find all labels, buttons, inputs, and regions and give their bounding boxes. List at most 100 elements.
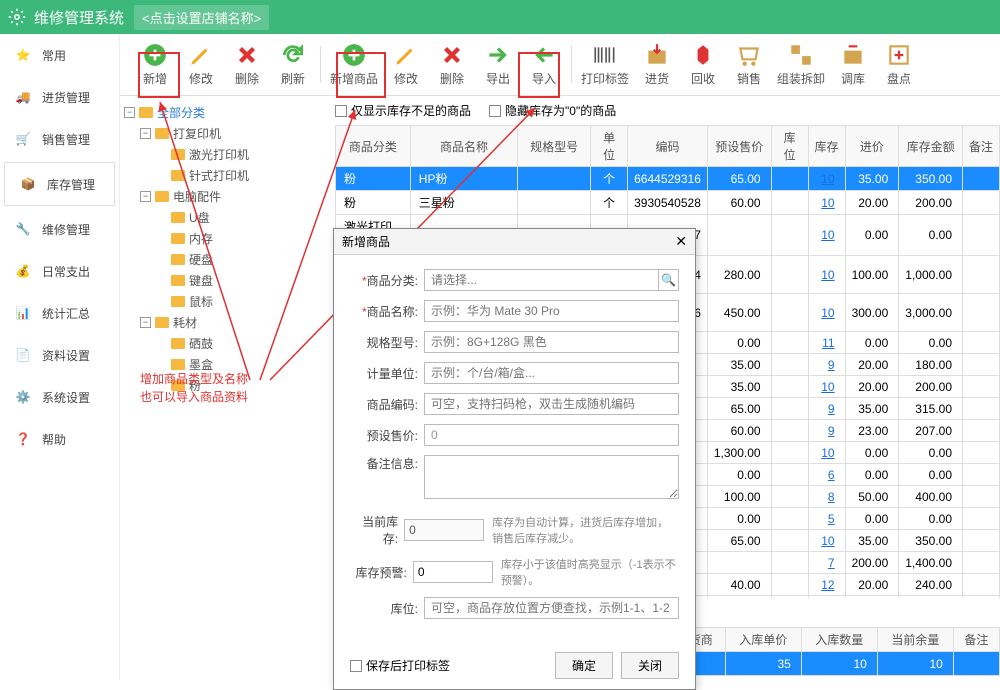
count-button[interactable]: 盘点	[876, 38, 922, 91]
unit-input[interactable]	[424, 362, 679, 384]
warn-input[interactable]	[413, 561, 493, 583]
sidebar-item-repair[interactable]: 🔧维修管理	[0, 208, 119, 250]
app-header: 维修管理系统 <点击设置店铺名称>	[0, 0, 1000, 34]
code-input[interactable]	[424, 393, 679, 415]
import-button[interactable]: 导入	[521, 38, 567, 91]
column-header[interactable]: 库存	[808, 126, 845, 167]
field-label: 当前库存:	[350, 513, 398, 547]
add-product-button[interactable]: 新增商品	[325, 38, 383, 91]
shop-name-button[interactable]: <点击设置店铺名称>	[134, 5, 269, 30]
checkbox-icon	[489, 105, 501, 117]
delete2-button[interactable]: 删除	[429, 38, 475, 91]
tree-node[interactable]: 鼠标	[124, 291, 331, 312]
chart-icon: 📊	[12, 302, 34, 324]
tree-node[interactable]: −打复印机	[124, 123, 331, 144]
edit-button[interactable]: 修改	[178, 38, 224, 91]
column-header[interactable]: 预设售价	[707, 126, 771, 167]
stock-input[interactable]	[404, 519, 484, 541]
folder-icon	[139, 107, 153, 118]
category-tree: −全部分类 −打复印机 激光打印机 针式打印机 −电脑配件 U盘 内存 硬盘 键…	[120, 96, 335, 680]
save-print-checkbox[interactable]: 保存后打印标签	[350, 657, 450, 674]
field-label: 规格型号:	[350, 334, 418, 351]
tree-node[interactable]: 激光打印机	[124, 144, 331, 165]
tree-node[interactable]: 粉	[124, 375, 331, 396]
tree-node[interactable]: 针式打印机	[124, 165, 331, 186]
column-header[interactable]: 库存金额	[899, 126, 963, 167]
tree-node[interactable]: 键盘	[124, 270, 331, 291]
app-title: 维修管理系统	[34, 7, 124, 28]
location-input[interactable]	[424, 597, 679, 619]
collapse-icon[interactable]: −	[140, 128, 151, 139]
column-header[interactable]: 商品分类	[336, 126, 411, 167]
sidebar-item-common[interactable]: ⭐常用	[0, 34, 119, 76]
refresh-button[interactable]: 刷新	[270, 38, 316, 91]
edit2-button[interactable]: 修改	[383, 38, 429, 91]
transfer-button[interactable]: 调库	[830, 38, 876, 91]
column-header[interactable]: 备注	[963, 126, 1000, 167]
collapse-icon[interactable]: −	[140, 191, 151, 202]
cancel-button[interactable]: 关闭	[621, 652, 679, 679]
remark-input[interactable]	[424, 455, 679, 499]
sidebar-item-stats[interactable]: 📊统计汇总	[0, 292, 119, 334]
tree-node[interactable]: U盘	[124, 207, 331, 228]
column-header[interactable]: 编码	[628, 126, 708, 167]
tree-node[interactable]: 内存	[124, 228, 331, 249]
tree-node[interactable]: 硬盘	[124, 249, 331, 270]
import-icon	[531, 42, 557, 68]
tree-root[interactable]: −全部分类	[124, 102, 331, 123]
add-button[interactable]: 新增	[132, 38, 178, 91]
field-label: 计量单位:	[350, 365, 418, 382]
gear-icon	[8, 8, 26, 26]
column-header[interactable]: 商品名称	[410, 126, 517, 167]
tree-node[interactable]: −电脑配件	[124, 186, 331, 207]
folder-icon	[171, 359, 185, 370]
sidebar-item-help[interactable]: ❓帮助	[0, 418, 119, 460]
tree-node[interactable]: −耗材	[124, 312, 331, 333]
column-header[interactable]: 当前余量	[877, 628, 953, 652]
sidebar-item-data[interactable]: 📄资料设置	[0, 334, 119, 376]
tree-node[interactable]: 硒鼓	[124, 333, 331, 354]
spec-input[interactable]	[424, 331, 679, 353]
folder-icon	[171, 338, 185, 349]
assemble-button[interactable]: 组装拆卸	[772, 38, 830, 91]
column-header[interactable]: 入库数量	[801, 628, 877, 652]
hide-zero-checkbox[interactable]: 隐藏库存为"0"的商品	[489, 102, 616, 119]
table-row[interactable]: 粉三星粉个393054052860.001020.00200.00	[336, 191, 1000, 215]
recycle-button[interactable]: 回收	[680, 38, 726, 91]
help-icon: ❓	[12, 428, 34, 450]
sidebar-item-expense[interactable]: 💰日常支出	[0, 250, 119, 292]
column-header[interactable]: 单位	[591, 126, 628, 167]
only-low-checkbox[interactable]: 仅显示库存不足的商品	[335, 102, 471, 119]
count-icon	[886, 42, 912, 68]
print-tag-button[interactable]: 打印标签	[576, 38, 634, 91]
collapse-icon[interactable]: −	[140, 317, 151, 328]
column-header[interactable]: 规格型号	[518, 126, 591, 167]
column-header[interactable]: 库位	[771, 126, 808, 167]
tree-node[interactable]: 墨盒	[124, 354, 331, 375]
export-button[interactable]: 导出	[475, 38, 521, 91]
delete-button[interactable]: 删除	[224, 38, 270, 91]
sidebar-item-settings[interactable]: ⚙️系统设置	[0, 376, 119, 418]
folder-icon	[171, 170, 185, 181]
column-header[interactable]: 入库单价	[725, 628, 801, 652]
sidebar-item-sales[interactable]: 🛒销售管理	[0, 118, 119, 160]
table-row[interactable]: 粉HP粉个664452931665.001035.00350.00	[336, 167, 1000, 191]
price-input[interactable]	[424, 424, 679, 446]
export-icon	[485, 42, 511, 68]
name-input[interactable]	[424, 300, 679, 322]
sidebar-item-purchase[interactable]: 🚚进货管理	[0, 76, 119, 118]
box-icon: 📦	[17, 173, 39, 195]
search-icon[interactable]: 🔍	[659, 269, 679, 291]
collapse-icon[interactable]: −	[124, 107, 135, 118]
dialog-header[interactable]: 新增商品 ✕	[334, 229, 695, 255]
category-input[interactable]	[424, 269, 659, 291]
stockin-button[interactable]: 进货	[634, 38, 680, 91]
ok-button[interactable]: 确定	[555, 652, 613, 679]
pencil-icon	[188, 42, 214, 68]
sell-button[interactable]: 销售	[726, 38, 772, 91]
x-icon	[234, 42, 260, 68]
close-icon[interactable]: ✕	[675, 233, 687, 250]
sidebar-item-inventory[interactable]: 📦库存管理	[4, 162, 115, 206]
column-header[interactable]: 进价	[845, 126, 899, 167]
column-header[interactable]: 备注	[953, 628, 999, 652]
